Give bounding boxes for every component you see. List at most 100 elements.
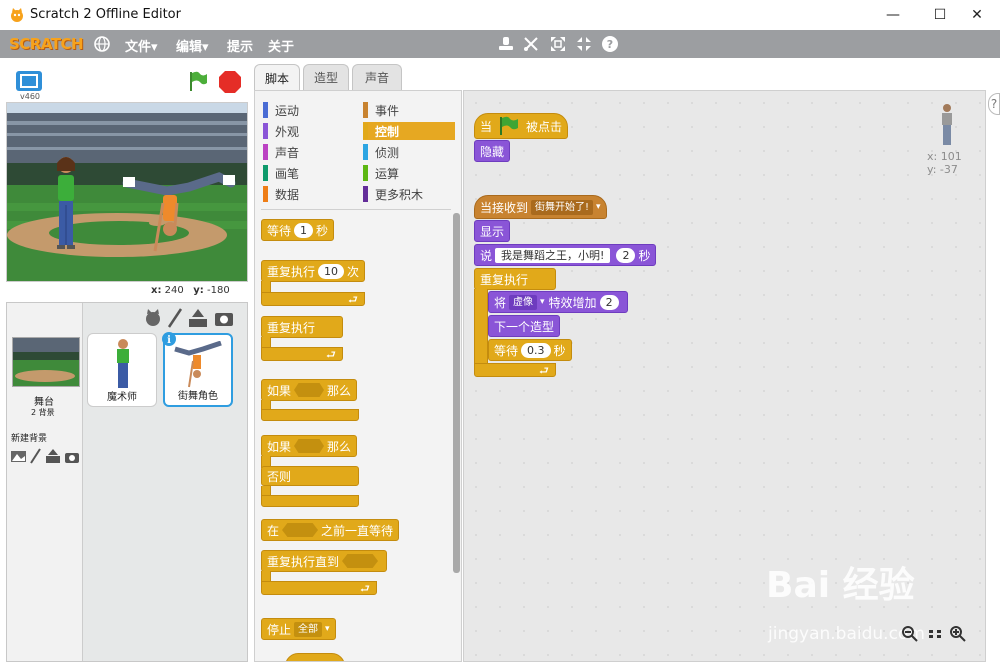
camera-icon[interactable] bbox=[65, 453, 79, 463]
c-block-foot bbox=[261, 495, 359, 507]
block-wait[interactable]: 等待 1 秒 bbox=[261, 219, 335, 241]
zoom-out-icon[interactable] bbox=[902, 626, 918, 642]
tab-sounds[interactable]: 声音 bbox=[352, 64, 402, 90]
help-tab[interactable]: ? bbox=[988, 93, 1000, 115]
sprite-position-readout: x: 101 y: -37 bbox=[927, 150, 962, 176]
say-text-input[interactable]: 我是舞蹈之王，小明! bbox=[495, 247, 611, 263]
new-sprite-tools bbox=[146, 308, 233, 328]
stage-canvas[interactable] bbox=[6, 102, 248, 282]
close-icon: ✕ bbox=[971, 7, 983, 23]
minimize-button[interactable]: — bbox=[870, 0, 916, 30]
menu-tips[interactable]: 提示 bbox=[227, 36, 253, 55]
c-block-arm bbox=[474, 289, 488, 363]
camera-sprite-icon[interactable] bbox=[215, 313, 233, 326]
sprite-name: 魔术师 bbox=[107, 392, 137, 403]
sprite-tile-magician[interactable]: 魔术师 bbox=[87, 333, 157, 407]
magician-sprite[interactable] bbox=[51, 153, 81, 253]
help-circle-icon[interactable]: ? bbox=[601, 35, 619, 53]
block-if-else[interactable]: 如果 那么 bbox=[261, 435, 358, 457]
c-block-foot: ⮐ bbox=[261, 581, 377, 595]
sprite-tile-breakdancer[interactable]: i 街舞角色 bbox=[162, 332, 233, 407]
tab-costumes[interactable]: 造型 bbox=[303, 64, 349, 90]
magician-thumbnail bbox=[117, 339, 129, 388]
paint-sprite-icon[interactable] bbox=[167, 308, 183, 328]
block-wait-until[interactable]: 在之前一直等待 bbox=[261, 519, 400, 541]
cut-scissors-icon[interactable] bbox=[522, 35, 540, 53]
green-flag-icon bbox=[500, 116, 519, 135]
category-operators[interactable]: 运算 bbox=[363, 164, 455, 182]
dropdown-arrow-icon: ▾ bbox=[325, 624, 330, 634]
shrink-icon[interactable] bbox=[575, 35, 593, 53]
zoom-reset-icon[interactable] bbox=[928, 629, 942, 639]
block-palette: 运动 事件 外观 控制 声音 侦测 画笔 运算 数据 更多积木 等待 1 秒 重复执… bbox=[254, 90, 462, 662]
palette-scrollbar[interactable] bbox=[453, 213, 460, 573]
category-looks[interactable]: 外观 bbox=[263, 122, 353, 140]
upload-sprite-icon[interactable] bbox=[189, 309, 207, 327]
green-flag-icon[interactable] bbox=[187, 70, 209, 92]
block-hide[interactable]: 隐藏 bbox=[474, 140, 511, 162]
choose-sprite-icon[interactable] bbox=[146, 309, 160, 326]
zoom-in-icon[interactable] bbox=[950, 626, 966, 642]
scratch-logo[interactable]: SCRATCH bbox=[9, 35, 84, 53]
effect-value-input[interactable]: 2 bbox=[599, 294, 619, 310]
loop-arrow-icon: ⮐ bbox=[348, 293, 358, 306]
block-when-flag-clicked[interactable]: 当 被点击 bbox=[474, 113, 569, 139]
tab-scripts[interactable]: 脚本 bbox=[254, 64, 300, 91]
breakdancer-sprite[interactable] bbox=[119, 167, 239, 257]
block-wait[interactable]: 等待 0.3 秒 bbox=[488, 339, 572, 361]
block-if-then[interactable]: 如果 那么 bbox=[261, 379, 358, 401]
category-events[interactable]: 事件 bbox=[363, 101, 455, 119]
svg-text:?: ? bbox=[607, 38, 613, 51]
duplicate-stamp-icon[interactable] bbox=[497, 35, 515, 53]
category-more-blocks[interactable]: 更多积木 bbox=[363, 185, 455, 203]
block-stop[interactable]: 停止 全部 ▾ bbox=[261, 618, 336, 640]
brush-icon[interactable] bbox=[30, 448, 41, 464]
globe-icon[interactable] bbox=[93, 35, 111, 53]
paint-landscape-icon[interactable] bbox=[11, 451, 26, 462]
stage-mouse-coords: x: 240 y: -180 bbox=[151, 285, 230, 296]
breakdancer-thumbnail bbox=[174, 341, 222, 388]
palette-divider bbox=[261, 209, 451, 210]
stage-thumbnail[interactable] bbox=[12, 337, 80, 387]
category-control[interactable]: 控制 bbox=[363, 122, 455, 140]
fullscreen-icon[interactable] bbox=[15, 70, 43, 92]
block-forever[interactable]: 重复执行 bbox=[474, 268, 556, 290]
new-backdrop-tools bbox=[11, 448, 79, 464]
loop-arrow-icon: ⮐ bbox=[326, 348, 336, 361]
category-data[interactable]: 数据 bbox=[263, 185, 353, 203]
menu-bar: SCRATCH 文件▾ 编辑▾ 提示 关于 ? bbox=[0, 30, 1000, 58]
say-secs-input[interactable]: 2 bbox=[616, 247, 636, 263]
menu-edit[interactable]: 编辑▾ bbox=[176, 36, 209, 55]
upload-icon[interactable] bbox=[46, 449, 60, 463]
block-repeat[interactable]: 重复执行 10 次 bbox=[261, 260, 366, 282]
category-pen[interactable]: 画笔 bbox=[263, 164, 353, 182]
block-change-effect[interactable]: 将虚像 ▾ 特效增加 2 bbox=[488, 291, 628, 313]
scratch-cat-icon bbox=[11, 8, 23, 22]
window-title: Scratch 2 Offline Editor bbox=[30, 7, 181, 22]
stage-backdrop-count: 2 背景 bbox=[31, 408, 55, 417]
block-show[interactable]: 显示 bbox=[474, 220, 511, 242]
category-sensing[interactable]: 侦测 bbox=[363, 143, 455, 161]
category-motion[interactable]: 运动 bbox=[263, 101, 353, 119]
category-sound[interactable]: 声音 bbox=[263, 143, 353, 161]
block-say-for-secs[interactable]: 说我是舞蹈之王，小明! 2 秒 bbox=[474, 244, 657, 266]
block-repeat-until[interactable]: 重复执行直到 bbox=[261, 550, 388, 572]
maximize-icon: ☐ bbox=[933, 7, 947, 23]
sprite-name: 街舞角色 bbox=[178, 391, 218, 402]
minimize-icon: — bbox=[886, 7, 900, 23]
stop-sign-icon[interactable] bbox=[218, 70, 242, 94]
c-block-foot: ⮐ bbox=[261, 292, 365, 306]
c-block-foot: ⮐ bbox=[474, 363, 556, 377]
grow-icon[interactable] bbox=[549, 35, 567, 53]
loop-arrow-icon: ⮐ bbox=[360, 582, 370, 595]
new-backdrop-label: 新建背景 bbox=[11, 434, 48, 444]
block-next-costume[interactable]: 下一个造型 bbox=[488, 315, 561, 337]
menu-file[interactable]: 文件▾ bbox=[125, 36, 158, 55]
menu-about[interactable]: 关于 bbox=[268, 36, 294, 55]
watermark-logo: Bai 经验 bbox=[766, 565, 915, 606]
block-when-receive[interactable]: 当接收到 街舞开始了! ▾ bbox=[474, 195, 607, 219]
wait-value-input[interactable]: 0.3 bbox=[521, 342, 551, 358]
close-button[interactable]: ✕ bbox=[954, 0, 1000, 30]
stage-column: 舞台 2 背景 新建背景 bbox=[7, 303, 83, 661]
block-forever[interactable]: 重复执行 bbox=[261, 316, 343, 338]
